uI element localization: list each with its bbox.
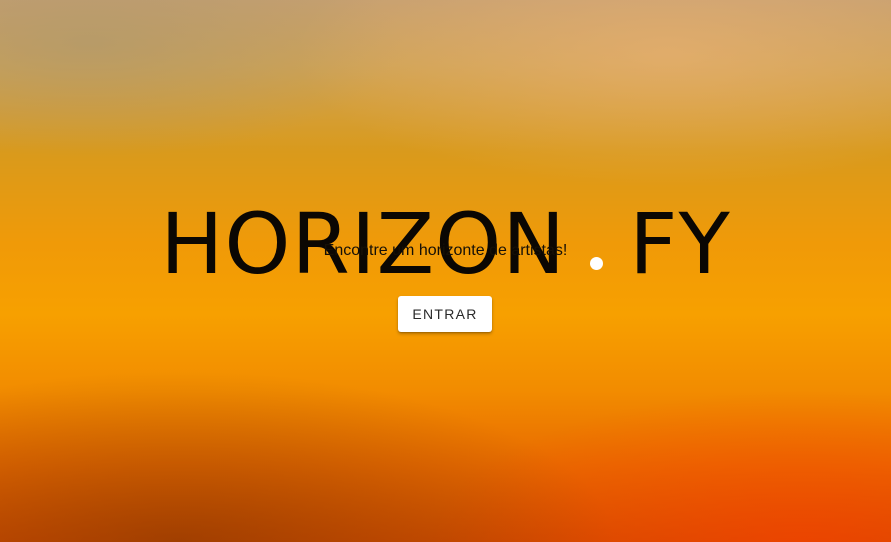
- hero-section: HORIZON FY Encontre um horizonte de artis…: [0, 0, 891, 542]
- enter-button[interactable]: ENTRAR: [398, 296, 492, 332]
- tagline: Encontre um horizonte de artistas!: [323, 242, 568, 259]
